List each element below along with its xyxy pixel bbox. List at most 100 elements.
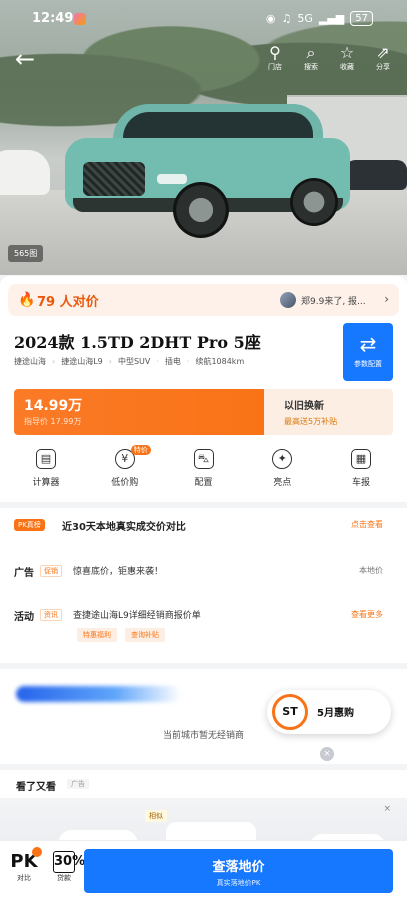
bottom-action-bar: PK 对比 30% 贷款 查落地价 真实落地价PK: [0, 840, 407, 900]
rank-link[interactable]: 点击查看: [351, 519, 383, 530]
car-wheel-rear: [290, 178, 338, 226]
mute-icon: ♫: [281, 12, 292, 25]
arrow-left-icon: ←: [14, 45, 36, 73]
photo-count-badge[interactable]: 565图: [8, 245, 44, 262]
model-meta: 捷途山海 › 捷途山海L9 › 中型SUV · 插电 · 续航1084km: [14, 356, 244, 367]
status-bar: 12:49 ◉ ♫ 5G ▂▄▆ 57: [0, 0, 407, 38]
tradein-title: 以旧换新: [284, 401, 324, 412]
loan-button[interactable]: 30% 贷款: [46, 851, 85, 883]
meta-range: 续航1084km: [195, 357, 245, 366]
close-icon[interactable]: ×: [320, 747, 334, 761]
meta-class: 中型SUV: [117, 357, 151, 366]
loan-icon: 30%: [53, 851, 85, 873]
ad-tag: 促销: [40, 565, 62, 577]
chevron-right-icon: ›: [384, 292, 389, 306]
tool-low-price[interactable]: 特价 ¥ 低价购: [93, 445, 157, 497]
avatar: [280, 292, 296, 308]
ad-label: 广告: [14, 568, 34, 579]
guess-title: 看了又看: [16, 782, 56, 793]
back-button[interactable]: ←: [12, 46, 38, 72]
battery-level: 57: [350, 11, 373, 26]
store-label: 门店: [268, 63, 282, 71]
calculator-icon: ▤: [36, 449, 56, 469]
tool-report[interactable]: ▦ 车报: [329, 449, 393, 497]
loan-label: 贷款: [57, 874, 71, 882]
meta-brand[interactable]: 捷途山海: [14, 356, 46, 367]
close-icon[interactable]: ×: [383, 804, 391, 814]
flame-icon: 🔥: [18, 292, 36, 308]
cta-sub-label: 真实落地价PK: [216, 879, 261, 887]
detail-sheet: 🔥 79 人对价 郑9.9来了, 报... › 2024款 1.5TD 2DHT…: [0, 276, 407, 900]
background-dark-car: [342, 160, 407, 190]
compare-arrows-icon: ⇄: [359, 332, 377, 356]
tradein-sub: 最高送5万补贴: [284, 417, 338, 426]
car-lamp: [157, 174, 187, 184]
divider: [0, 764, 407, 770]
parameter-config-button[interactable]: ⇄ 参数配置: [343, 323, 393, 381]
ad-text: 惊喜底价，钜惠来袭！: [73, 567, 164, 577]
store-button[interactable]: ⚲ 门店: [263, 44, 287, 72]
hero-image[interactable]: 12:49 ◉ ♫ 5G ▂▄▆ 57 ← ⚲ 门店 ⌕ 搜索 ☆ 收藏 ⇗ 分…: [0, 0, 407, 275]
car-photo: [65, 104, 350, 239]
tool-calculator[interactable]: ▤ 计算器: [14, 449, 78, 497]
network-label: 5G: [297, 12, 313, 25]
meta-series[interactable]: 捷途山海L9: [61, 356, 103, 367]
status-time: 12:49: [32, 11, 74, 26]
meta-sep: ›: [52, 357, 56, 366]
tool-label: 配置: [194, 478, 213, 488]
tool-row: ▤ 计算器 特价 ¥ 低价购 ⛍ 配置 ✦ 亮点 ▦ 车报: [14, 445, 393, 497]
ad-row[interactable]: 广告 促销 惊喜底价，钜惠来袭！ 本地价: [14, 560, 393, 584]
ad-link[interactable]: 本地价: [359, 565, 383, 576]
share-label: 分享: [376, 63, 390, 71]
promo-text: 5月惠购: [317, 708, 354, 719]
search-icon: ⌕: [306, 43, 316, 62]
guess-chip: 相似: [145, 810, 167, 822]
tool-highlight[interactable]: ✦ 亮点: [250, 449, 314, 497]
rank-tag: PK真榜: [14, 519, 45, 531]
tool-badge: 特价: [130, 445, 151, 455]
floating-promo[interactable]: ST 5月惠购: [267, 690, 391, 734]
car-wheel-front: [173, 182, 229, 238]
watch-user-text: 郑9.9来了, 报...: [301, 297, 366, 307]
activity-chip[interactable]: 特惠福利: [77, 628, 117, 642]
watch-count: 79 人对价: [37, 295, 99, 310]
tool-label: 车报: [351, 478, 370, 488]
share-button[interactable]: ⇗ 分享: [371, 44, 395, 72]
search-button[interactable]: ⌕ 搜索: [299, 44, 323, 72]
model-title: 2024款 1.5TD 2DHT Pro 5座: [14, 333, 261, 352]
tool-config[interactable]: ⛍ 配置: [172, 449, 236, 497]
activity-tag: 资讯: [40, 609, 62, 621]
meta-energy: 插电: [164, 357, 181, 366]
car-window: [123, 112, 313, 140]
price-banner[interactable]: 14.99万 指导价 17.99万 以旧换新 最高送5万补贴: [14, 389, 393, 435]
tool-label: 计算器: [32, 478, 60, 488]
location-pin-icon: ⚲: [269, 43, 281, 62]
parameter-config-label: 参数配置: [354, 360, 382, 368]
activity-link[interactable]: 查看更多: [351, 609, 383, 620]
price-rank-row[interactable]: PK真榜 近30天本地真实成交价对比 点击查看: [14, 515, 393, 539]
car-config-icon: ⛍: [193, 449, 214, 469]
tradein-block: [264, 389, 393, 435]
tool-label: 亮点: [273, 478, 292, 488]
favorite-button[interactable]: ☆ 收藏: [335, 44, 359, 72]
check-landing-price-button[interactable]: 查落地价 真实落地价PK: [84, 849, 393, 893]
watch-bar[interactable]: 🔥 79 人对价 郑9.9来了, 报... ›: [8, 284, 399, 316]
price-main: 14.99万: [24, 398, 83, 414]
report-icon: ▦: [351, 449, 371, 469]
price-sub: 指导价 17.99万: [24, 417, 82, 426]
divider: [0, 663, 407, 669]
activity-chip[interactable]: 查询补贴: [125, 628, 165, 642]
meta-sep: ›: [108, 357, 112, 366]
header-actions: ⚲ 门店 ⌕ 搜索 ☆ 收藏 ⇗ 分享: [263, 44, 395, 72]
activity-text: 查捷途山海L9详细经销商报价单: [73, 611, 201, 621]
eye-icon: ◉: [265, 12, 276, 25]
search-label: 搜索: [304, 63, 318, 71]
activity-row[interactable]: 活动 资讯 查捷途山海L9详细经销商报价单 查看更多: [14, 604, 393, 628]
notification-app-icon: [74, 13, 86, 25]
activity-chips: 特惠福利 查询补贴: [77, 628, 165, 642]
system-indicators: ◉ ♫ 5G ▂▄▆ 57: [266, 11, 373, 26]
compare-pk-button[interactable]: PK 对比: [6, 847, 42, 883]
meta-sep: ·: [156, 357, 159, 366]
divider: [0, 502, 407, 508]
rank-text: 近30天本地真实成交价对比: [62, 522, 186, 533]
